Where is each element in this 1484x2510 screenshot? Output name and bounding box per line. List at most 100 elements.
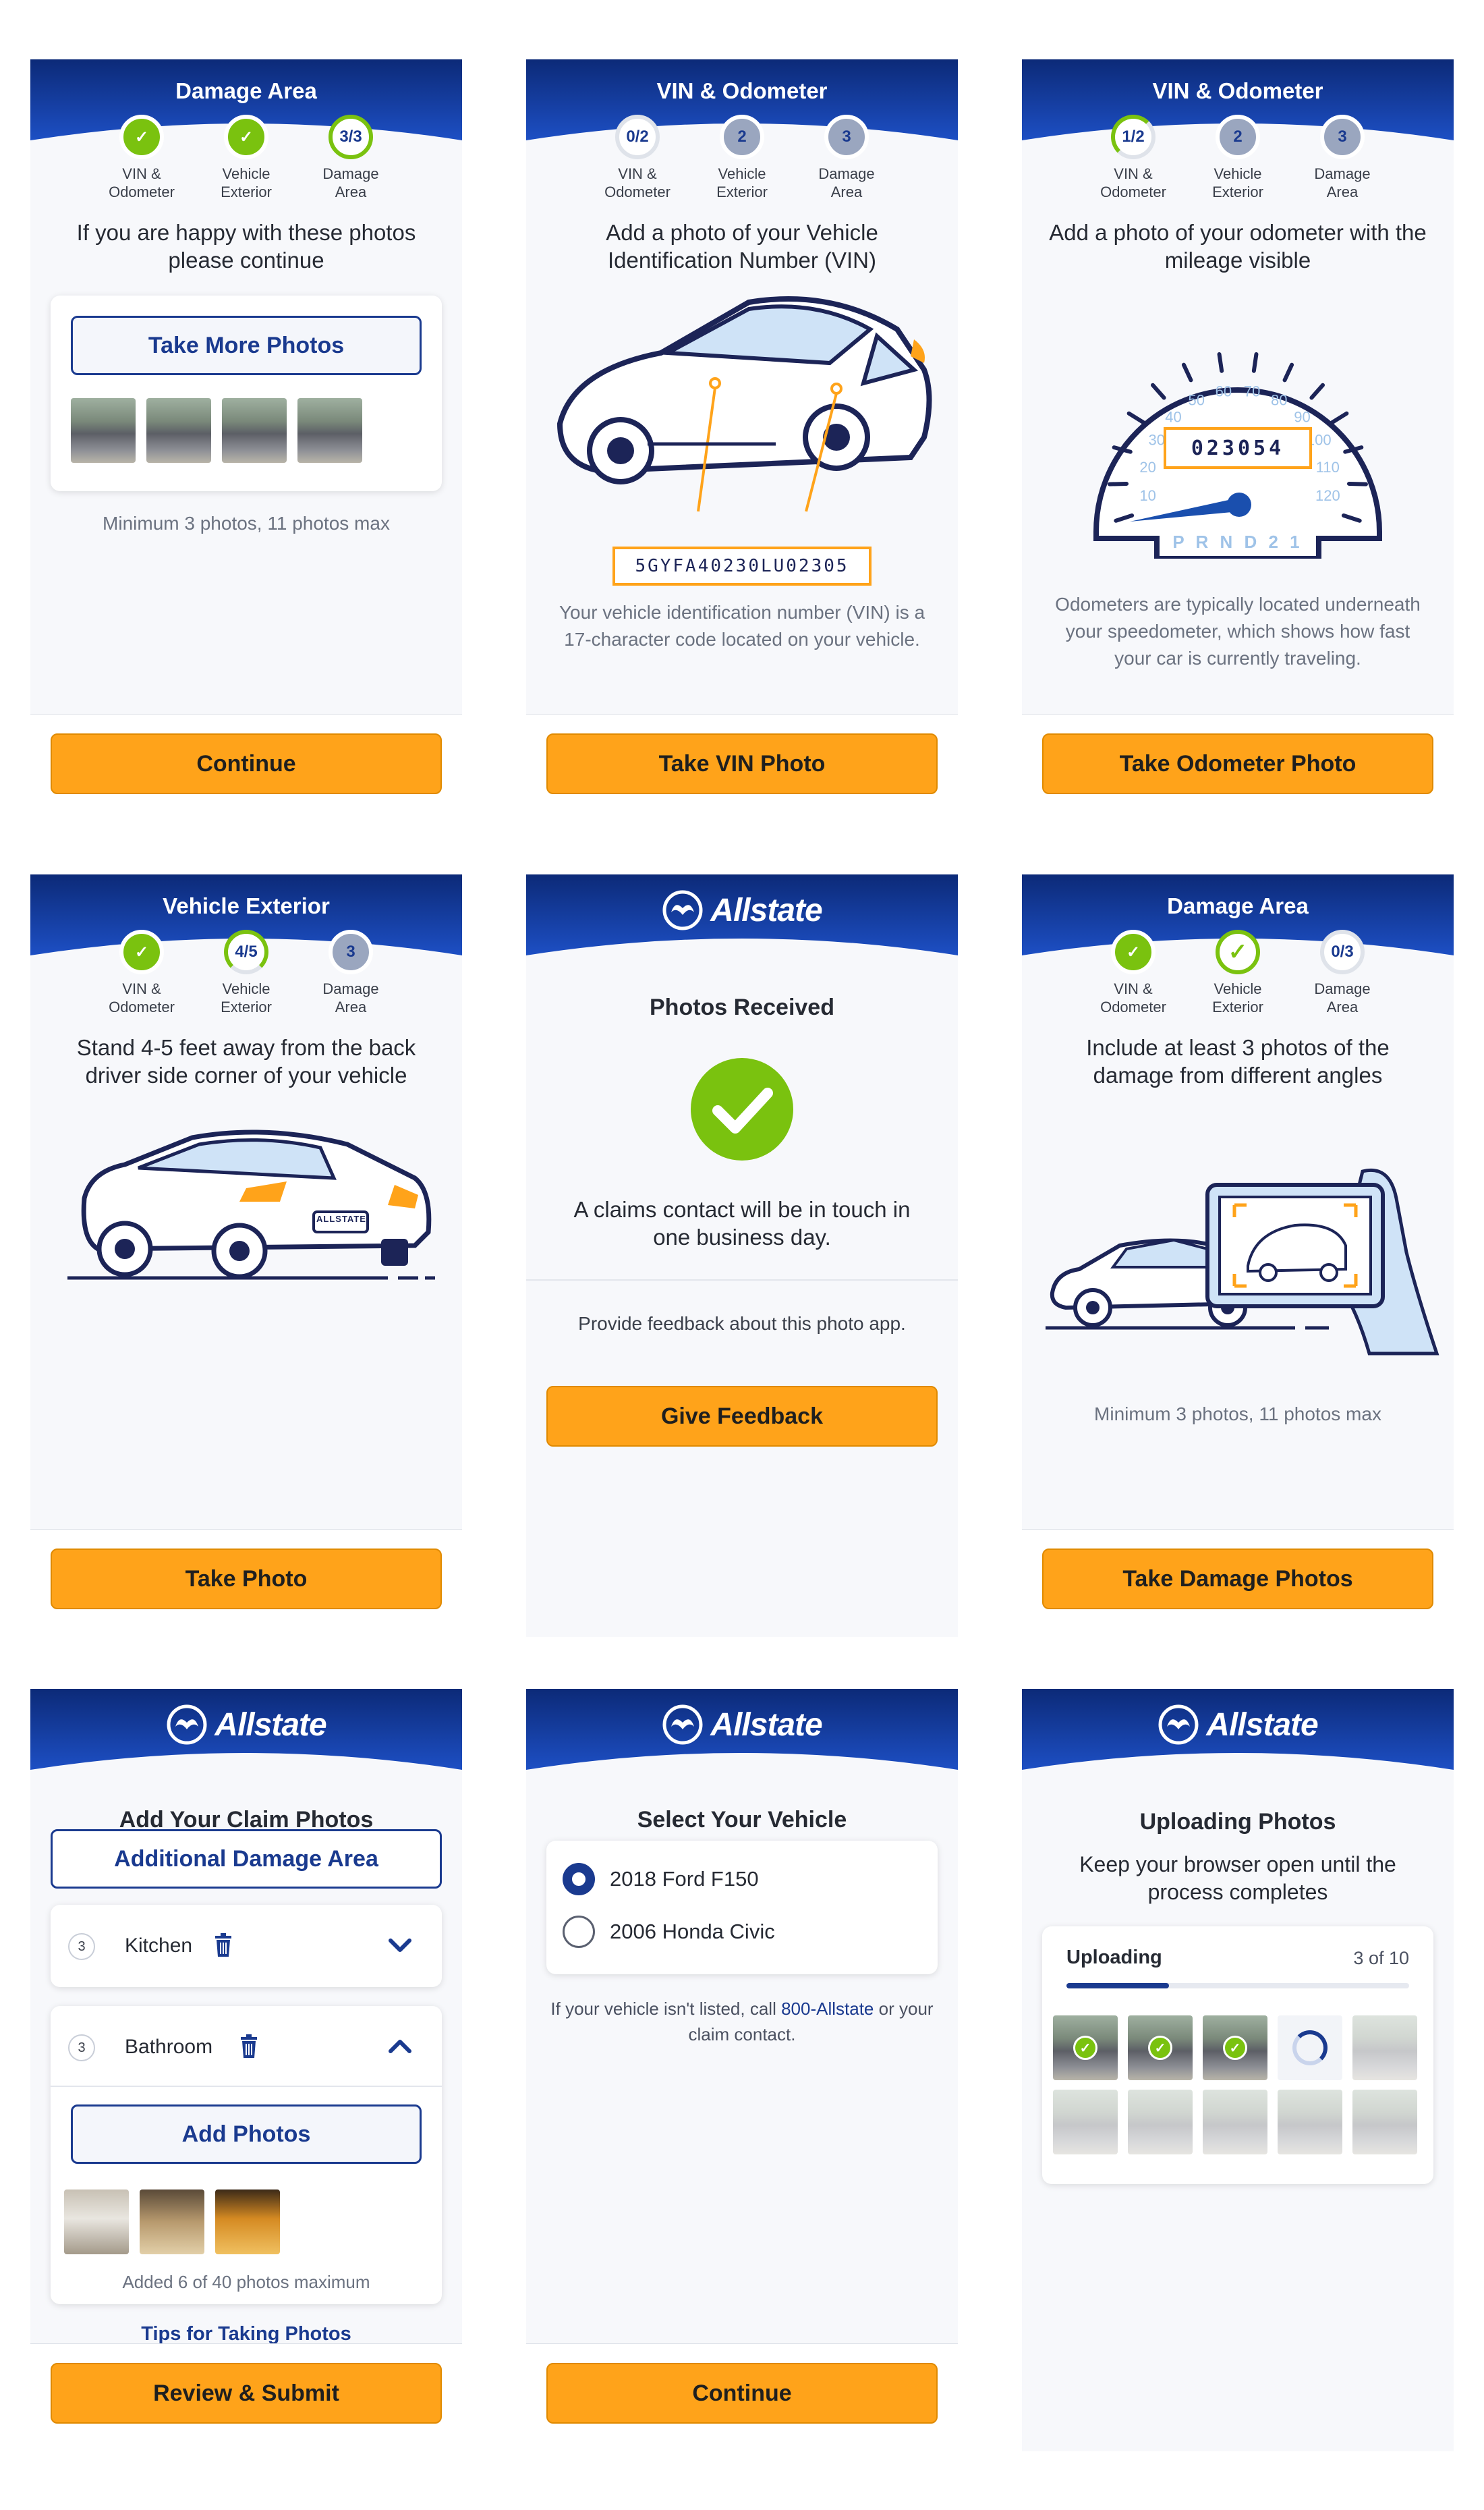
step-vin-odometer: ✓ VIN & Odometer [1089,930,1177,1016]
area-name: Kitchen [125,1934,193,1957]
chevron-up-icon[interactable] [388,2038,412,2055]
give-feedback-button[interactable]: Give Feedback [546,1386,938,1447]
instruction-text: If you are happy with these photos pleas… [76,220,416,273]
check-icon: ✓ [1223,2036,1247,2060]
header: Allstate [526,874,958,977]
continue-button[interactable]: Continue [51,733,442,794]
bottom-bar: Take Damage Photos [1022,1529,1454,1637]
page-heading: Photos Received [650,995,834,1020]
take-vin-photo-button[interactable]: Take VIN Photo [546,733,938,794]
bottom-bar: Take Photo [30,1529,462,1637]
check-icon: ✓ [1111,930,1155,974]
screen-odometer-photo: VIN & Odometer 1/2 VIN & Odometer 2 Vehicl… [1022,59,1454,822]
take-damage-photos-button[interactable]: Take Damage Photos [1042,1549,1433,1609]
upload-progress-bar [1066,1983,1409,1988]
loading-spinner-icon [1292,2030,1328,2065]
photo-thumbnail[interactable] [71,398,136,463]
gauge-tick [1217,352,1224,373]
area-card-bathroom: 3 Bathroom Add Photos Added 6 of 40 phot… [51,2006,442,2304]
area-card-kitchen[interactable]: 3 Kitchen [51,1905,442,1987]
upload-thumbnail-grid: ✓ ✓ ✓ [1053,2015,1423,2164]
photo-thumbnail[interactable] [222,398,287,463]
gauge-label: 80 [1271,392,1287,409]
upload-thumbnail [1352,2090,1417,2154]
step-damage-area: 3 Damage Area [803,115,890,201]
gauge-label: 110 [1316,459,1340,476]
check-icon: ✓ [1073,2036,1097,2060]
allstate-logo: Allstate [526,1704,958,1746]
photo-thumbnail[interactable] [215,2190,280,2254]
license-plate: ALLSTATE [316,1214,366,1224]
page-heading: Uploading Photos [1139,1809,1336,1835]
step-vin-odometer: ✓ VIN & Odometer [98,115,186,201]
photo-thumbnail[interactable] [64,2190,129,2254]
area-name: Bathroom [125,2036,213,2058]
gauge-tick [1330,411,1349,424]
additional-damage-area-button[interactable]: Additional Damage Area [51,1829,442,1889]
vehicle-option[interactable]: 2018 Ford F150 [563,1862,759,1896]
photo-thumbnail[interactable] [140,2190,204,2254]
gauge-label: 120 [1315,487,1340,504]
radio-unselected[interactable] [563,1916,595,1948]
step-vehicle-exterior: ✓ Vehicle Exterior [202,115,290,201]
continue-button[interactable]: Continue [546,2363,938,2424]
gear-indicator: P R N D 2 1 [1172,532,1303,552]
photo-thumbnail[interactable] [146,398,211,463]
screen-select-vehicle: Allstate Select Your Vehicle 2018 Ford F… [526,1689,958,2451]
gauge-tick [1181,362,1193,383]
header: Allstate [30,1689,462,1791]
screen-vehicle-exterior: Vehicle Exterior ✓ VIN & Odometer 4/5 Vehi… [30,874,462,1637]
review-submit-button[interactable]: Review & Submit [51,2363,442,2424]
gauge-tick [1309,383,1325,400]
page-title: Vehicle Exterior [163,893,330,918]
step-vin-odometer: 1/2 VIN & Odometer [1089,115,1177,201]
vehicle-option[interactable]: 2006 Honda Civic [563,1915,775,1949]
upload-thumbnail [1128,2090,1193,2154]
check-icon: ✓ [1216,930,1260,974]
step-vehicle-exterior: ✓ Vehicle Exterior [1194,930,1282,1016]
step-vin-odometer: 0/2 VIN & Odometer [594,115,681,201]
photo-card: Take More Photos [51,296,442,491]
gauge-label: 50 [1188,392,1204,409]
upload-thumbnail: ✓ [1203,2015,1267,2080]
step-damage-area: 3/3 Damage Area [307,115,395,201]
phone-link[interactable]: 800-Allstate [781,1999,874,2019]
vin-explanation: Your vehicle identification number (VIN)… [559,602,925,650]
radio-selected[interactable] [563,1863,595,1895]
progress-steps: ✓ VIN & Odometer ✓ Vehicle Exterior 0/3 Dam… [1022,930,1454,1017]
step-damage-area: 3 Damage Area [1298,115,1386,201]
hands-logo-icon [662,890,703,930]
screen-damage-area: Damage Area ✓ VIN & Odometer ✓ Vehicle Ext… [1022,874,1454,1637]
photo-limit-note: Minimum 3 photos, 11 photos max [1094,1403,1381,1424]
check-icon: ✓ [119,930,164,974]
take-odometer-photo-button[interactable]: Take Odometer Photo [1042,733,1433,794]
gauge-label: 10 [1139,487,1155,504]
bottom-bar: Continue [30,714,462,822]
take-photo-button[interactable]: Take Photo [51,1549,442,1609]
gauge-label: 20 [1139,459,1155,476]
photo-count-badge: 3 [68,2034,95,2061]
upload-thumbnail: ✓ [1128,2015,1193,2080]
screen-vin-photo: VIN & Odometer 0/2 VIN & Odometer 2 Vehicl… [526,59,958,822]
odometer-explanation: Odometers are typically located undernea… [1055,594,1421,669]
upload-card: Uploading 3 of 10 ✓ ✓ ✓ [1042,1926,1433,2184]
hands-logo-icon [1158,1704,1199,1745]
car-vin-illustration [556,296,932,512]
step-damage-area: 0/3 Damage Area [1298,930,1386,1016]
tips-link[interactable]: Tips for Taking Photos [30,2323,462,2345]
trash-icon[interactable] [239,2034,258,2059]
photo-thumbnail[interactable] [297,398,362,463]
take-more-photos-button[interactable]: Take More Photos [71,316,422,375]
check-icon: ✓ [224,115,268,159]
upload-thumbnail [1278,2090,1342,2154]
allstate-logo: Allstate [526,889,958,931]
instruction-text: Include at least 3 photos of the damage … [1086,1035,1390,1088]
screen-photos-received: Allstate Photos Received A claims contac… [526,874,958,1637]
page-title: Damage Area [175,78,317,103]
add-photos-button[interactable]: Add Photos [71,2104,422,2164]
trash-icon[interactable] [214,1933,233,1957]
chevron-down-icon[interactable] [388,1937,412,1953]
check-icon: ✓ [119,115,164,159]
hands-logo-icon [662,1704,703,1745]
needle-hub [1227,493,1251,517]
